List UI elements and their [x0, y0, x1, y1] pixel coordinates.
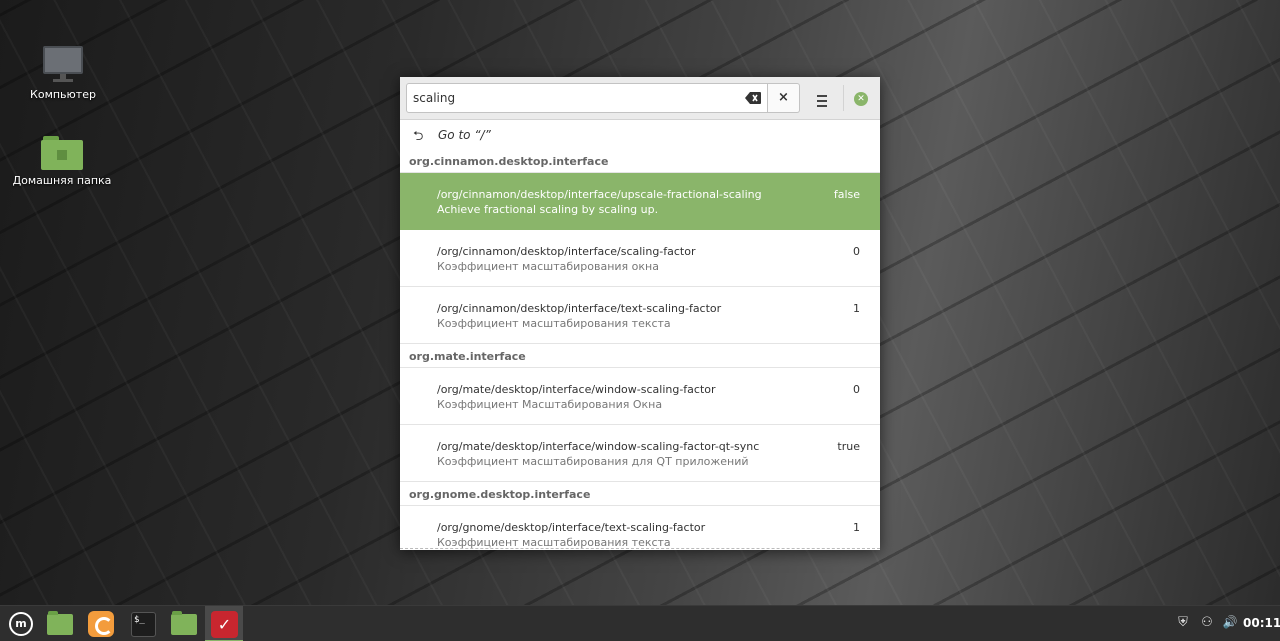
hamburger-icon — [808, 83, 836, 107]
group-header: org.mate.interface — [400, 344, 880, 368]
search-box — [406, 83, 768, 113]
firefox-icon — [88, 611, 114, 637]
key-description: Коэффициент масштабирования окна — [437, 260, 659, 273]
key-value: 0 — [853, 383, 860, 396]
key-row[interactable]: /org/gnome/desktop/interface/text-scalin… — [400, 506, 880, 550]
key-description: Коэффициент масштабирования текста — [437, 317, 671, 330]
folder-icon — [171, 611, 197, 635]
key-description: Achieve fractional scaling by scaling up… — [437, 203, 659, 216]
key-value: 1 — [853, 302, 860, 315]
header-bar: × ✕ — [400, 77, 880, 120]
dconf-editor-task[interactable]: ✓ — [205, 606, 243, 641]
key-path: /org/mate/desktop/interface/window-scali… — [437, 383, 716, 396]
key-row[interactable]: /org/cinnamon/desktop/interface/text-sca… — [400, 287, 880, 344]
undo-arrow-icon: ⮌ — [413, 129, 424, 144]
firefox-launcher[interactable] — [82, 606, 120, 641]
key-value: true — [837, 440, 860, 453]
linux-mint-logo-icon: m — [9, 612, 33, 636]
key-value: 1 — [853, 521, 860, 534]
goto-root-row[interactable]: ⮌ Go to “/” — [400, 120, 880, 149]
clock[interactable]: 00:11 — [1243, 616, 1280, 630]
key-row[interactable]: /org/cinnamon/desktop/interface/upscale-… — [400, 173, 880, 230]
key-description: Коэффициент масштабирования для QT прило… — [437, 455, 749, 468]
desktop-folder-icon — [47, 611, 73, 635]
group-header: org.gnome.desktop.interface — [400, 482, 880, 506]
key-path: /org/cinnamon/desktop/interface/upscale-… — [437, 188, 762, 201]
dconf-editor-window: × ✕ ⮌ Go to “/” org.cinnamon.desktop.int… — [400, 77, 880, 550]
network-icon[interactable]: ⚇ — [1198, 615, 1216, 633]
key-row[interactable]: /org/mate/desktop/interface/window-scali… — [400, 425, 880, 482]
desktop-icon-computer[interactable]: Компьютер — [8, 46, 118, 101]
desktop-icon-home[interactable]: Домашняя папка — [7, 136, 117, 187]
key-path: /org/gnome/desktop/interface/text-scalin… — [437, 521, 706, 534]
backspace-icon[interactable] — [745, 92, 761, 104]
volume-icon[interactable]: 🔊 — [1221, 615, 1239, 633]
key-path: /org/mate/desktop/interface/window-scali… — [437, 440, 760, 453]
menu-launcher[interactable]: m — [2, 606, 40, 641]
computer-icon — [43, 46, 83, 84]
shield-icon[interactable]: ⛨ — [1175, 615, 1191, 633]
close-search-button[interactable]: × — [768, 83, 800, 113]
key-row[interactable]: /org/cinnamon/desktop/interface/scaling-… — [400, 230, 880, 287]
window-close-icon[interactable]: ✕ — [854, 92, 868, 106]
show-desktop-button[interactable] — [40, 606, 78, 641]
menu-button[interactable] — [808, 83, 836, 113]
key-value: 0 — [853, 245, 860, 258]
key-path: /org/cinnamon/desktop/interface/text-sca… — [437, 302, 722, 315]
dconf-editor-icon: ✓ — [211, 611, 238, 638]
desktop-icon-label: Компьютер — [30, 88, 96, 101]
taskbar: m $_ ✓ ⛨ ⚇ 🔊 00:11 — [0, 605, 1280, 641]
list-bottom-edge — [400, 548, 880, 550]
group-header: org.cinnamon.desktop.interface — [400, 149, 880, 173]
key-value: false — [833, 188, 860, 201]
header-separator — [843, 85, 844, 111]
key-row[interactable]: /org/mate/desktop/interface/window-scali… — [400, 368, 880, 425]
terminal-launcher[interactable]: $_ — [124, 606, 162, 641]
files-launcher[interactable] — [164, 606, 202, 641]
search-input[interactable] — [407, 84, 727, 112]
key-description: Коэффициент Масштабирования Окна — [437, 398, 663, 411]
results-list: org.cinnamon.desktop.interface/org/cinna… — [400, 149, 880, 550]
goto-label: Go to “/” — [438, 128, 491, 142]
terminal-icon: $_ — [131, 612, 156, 637]
key-path: /org/cinnamon/desktop/interface/scaling-… — [437, 245, 696, 258]
home-folder-icon — [41, 136, 83, 170]
desktop-icon-label: Домашняя папка — [12, 174, 112, 187]
